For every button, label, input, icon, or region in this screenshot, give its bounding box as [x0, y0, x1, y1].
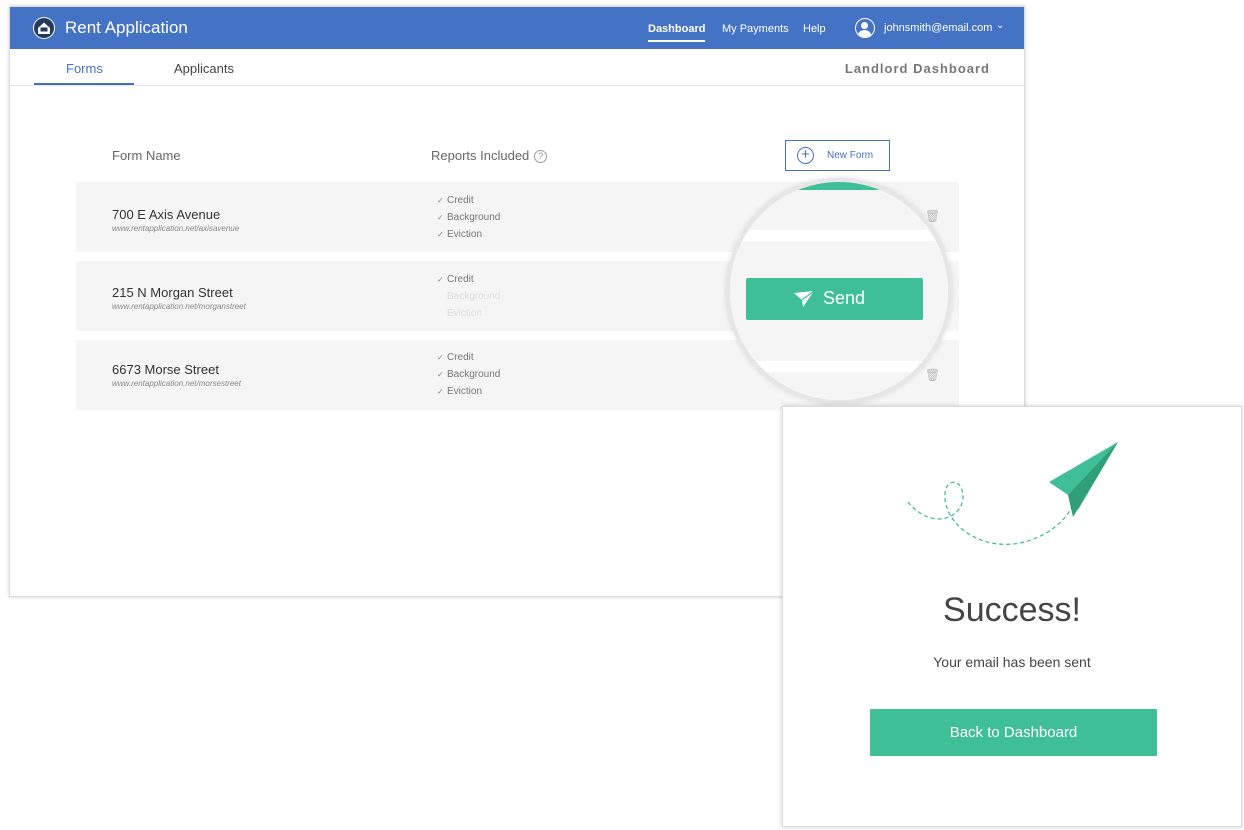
report-label: Background [447, 291, 501, 302]
report-label: Eviction [447, 229, 483, 240]
report-label: Eviction [447, 386, 483, 397]
success-title: Success! [943, 591, 1081, 629]
send-button[interactable]: Send [746, 278, 923, 320]
back-to-dashboard-button[interactable]: Back to Dashboard [870, 709, 1157, 756]
form-url[interactable]: www.rentapplication.net/morsestreet [112, 379, 241, 388]
app-title: Rent Application [65, 18, 188, 37]
report-label: Background [447, 212, 501, 223]
paper-plane-icon [907, 442, 1118, 545]
report-item: Background [437, 291, 500, 302]
section-title: Landlord Dashboard [844, 61, 990, 76]
form-url[interactable]: www.rentapplication.net/axisavenue [112, 224, 239, 233]
column-header-reports: Reports Included? [431, 148, 548, 163]
back-to-dashboard-label: Back to Dashboard [949, 724, 1078, 741]
tab-bar: Forms Applicants Landlord Dashboard [10, 49, 1024, 86]
user-menu[interactable]: johnsmith@email.com [884, 22, 992, 34]
nav-dashboard[interactable]: Dashboard [648, 23, 706, 42]
nav-help[interactable]: Help [803, 23, 826, 35]
magnified-row [730, 372, 948, 400]
report-item: ✓ Background [437, 369, 501, 380]
form-name: 6673 Morse Street [112, 362, 219, 377]
form-url[interactable]: www.rentapplication.net/morganstreet [112, 302, 246, 311]
active-tab-indicator [34, 83, 134, 85]
send-label: Send [823, 288, 866, 308]
magnifier-callout: Send [726, 178, 952, 404]
logo-icon[interactable] [33, 17, 55, 39]
report-item: ✓ Credit [437, 195, 474, 206]
report-label: Credit [447, 195, 474, 206]
user-icon[interactable] [855, 18, 875, 38]
report-item: ✓ Credit [437, 274, 474, 285]
report-item: Eviction [437, 308, 482, 319]
report-item: ✓ Eviction [437, 229, 483, 240]
form-name: 700 E Axis Avenue [112, 207, 221, 222]
success-dialog: Success! Your email has been sent Back t… [782, 406, 1242, 827]
report-label: Eviction [447, 308, 483, 319]
plus-circle-icon: + [797, 147, 814, 164]
new-form-button[interactable]: + New Form [785, 140, 890, 171]
report-label: Credit [447, 352, 474, 363]
help-icon[interactable]: ? [534, 150, 548, 163]
tab-forms[interactable]: Forms [66, 61, 103, 76]
paper-plane-icon [794, 291, 814, 307]
report-item: ✓ Background [437, 212, 501, 223]
success-message: Your email has been sent [933, 654, 1091, 670]
top-nav-bar: Rent Application Dashboard My Payments H… [10, 7, 1024, 49]
magnified-button-edge [772, 182, 902, 190]
column-header-reports-label: Reports Included [431, 148, 530, 163]
chevron-down-icon[interactable]: ⌄ [996, 20, 1004, 31]
nav-my-payments[interactable]: My Payments [722, 23, 789, 35]
tab-applicants[interactable]: Applicants [174, 61, 234, 76]
report-label: Credit [447, 274, 474, 285]
column-header-form-name: Form Name [112, 148, 181, 163]
report-item: ✓ Eviction [437, 386, 483, 397]
form-name: 215 N Morgan Street [112, 285, 233, 300]
new-form-label: New Form [827, 150, 874, 161]
report-item: ✓ Credit [437, 352, 474, 363]
report-label: Background [447, 369, 501, 380]
